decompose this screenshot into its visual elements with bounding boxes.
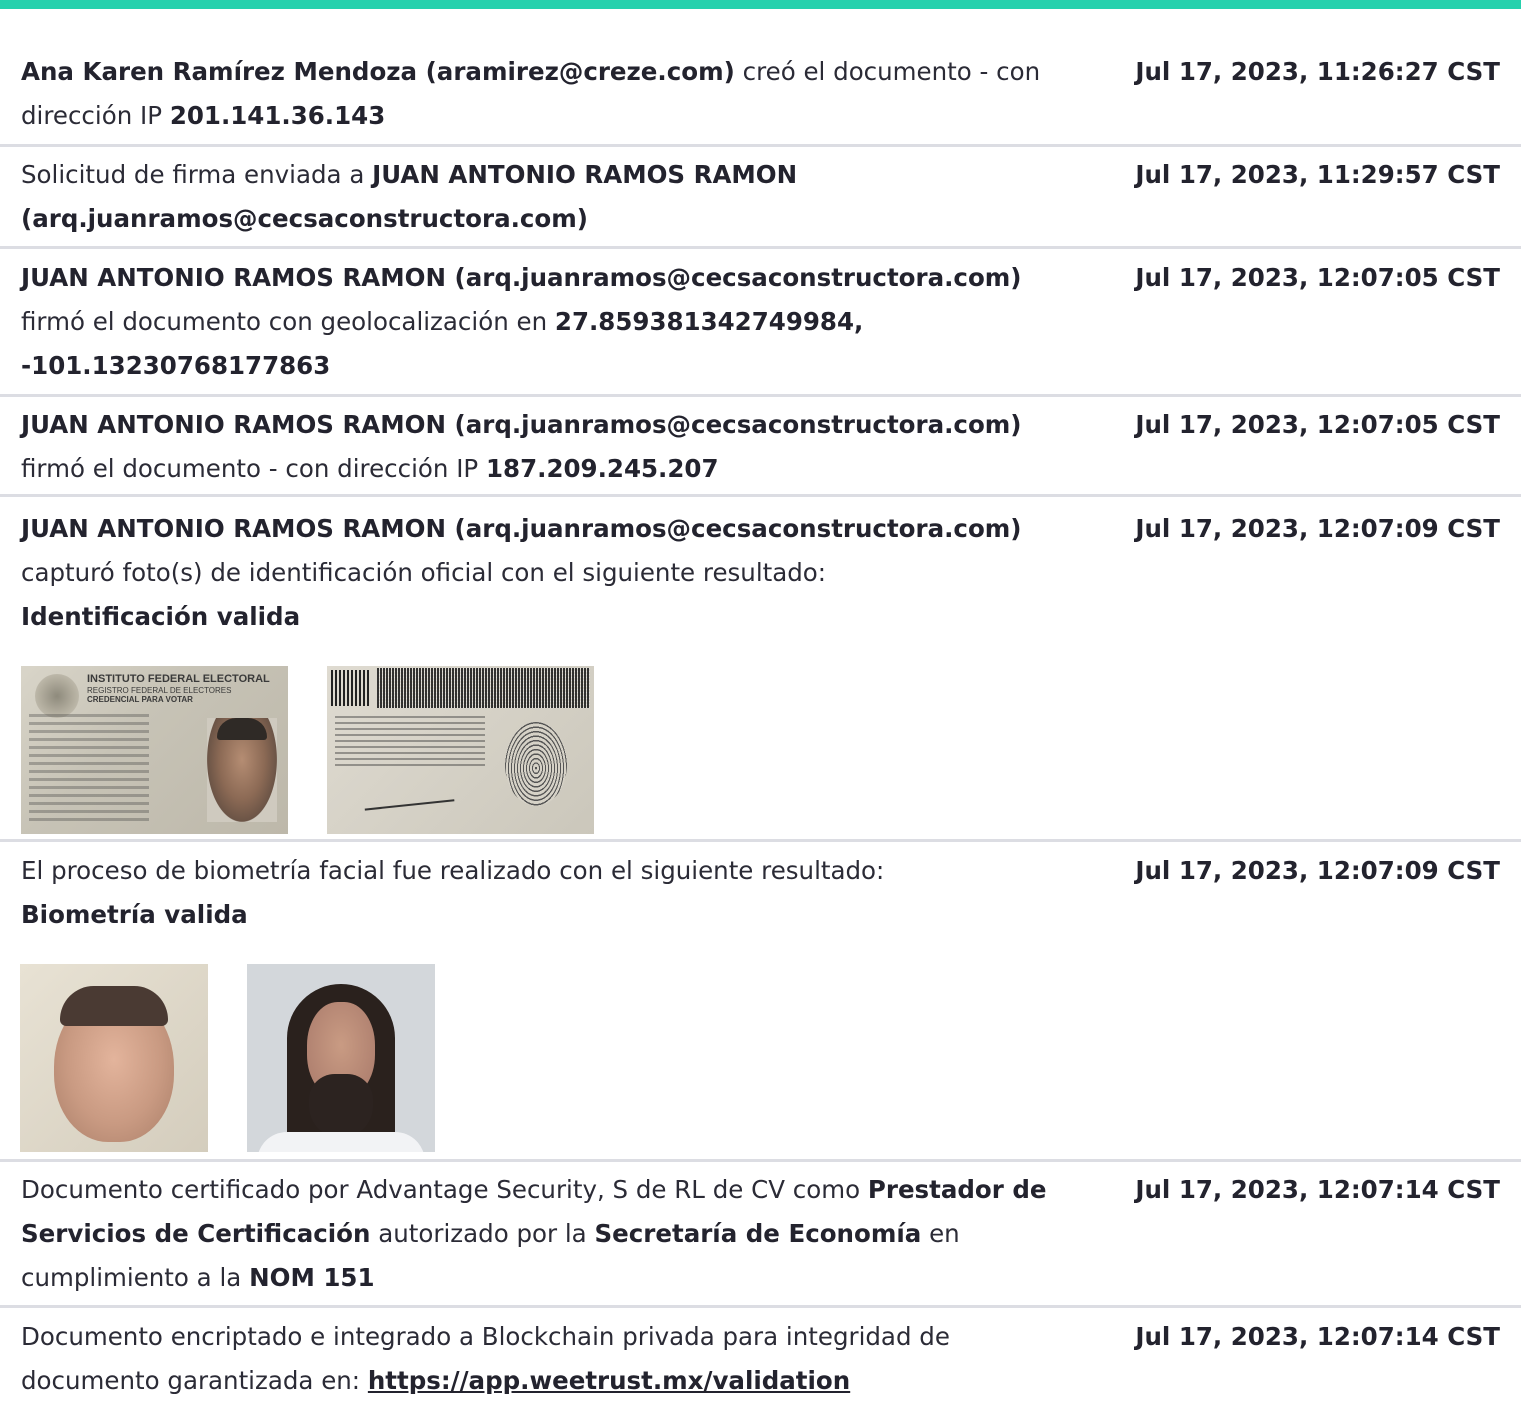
id-card-back-image[interactable]	[327, 666, 594, 834]
ip-address: 201.141.36.143	[169, 101, 386, 130]
event-description: JUAN ANTONIO RAMOS RAMON (arq.juanramos@…	[21, 403, 1081, 491]
event-text: El proceso de biometría facial fue reali…	[21, 856, 885, 885]
event-row: Documento certificado por Advantage Secu…	[0, 1168, 1521, 1308]
event-description: Documento certificado por Advantage Secu…	[21, 1168, 1081, 1300]
event-text: Documento certificado por Advantage Secu…	[21, 1175, 868, 1204]
top-accent-bar	[0, 0, 1521, 9]
card-portrait	[207, 718, 277, 822]
emblem-icon	[35, 674, 79, 718]
event-row: JUAN ANTONIO RAMOS RAMON (arq.juanramos@…	[0, 507, 1521, 842]
event-description: Solicitud de firma enviada a JUAN ANTONI…	[21, 153, 1081, 241]
event-timestamp: Jul 17, 2023, 11:26:27 CST	[1135, 57, 1500, 86]
actor: Ana Karen Ramírez Mendoza (aramirez@crez…	[21, 57, 735, 86]
card-registry: REGISTRO FEDERAL DE ELECTORES	[87, 686, 232, 695]
event-description: Documento encriptado e integrado a Block…	[21, 1315, 1081, 1403]
event-row: JUAN ANTONIO RAMOS RAMON (arq.juanramos@…	[0, 403, 1521, 497]
result: Identificación valida	[21, 602, 301, 631]
event-timestamp: Jul 17, 2023, 12:07:05 CST	[1135, 410, 1500, 439]
event-text: firmó el documento con geolocalización e…	[21, 307, 555, 336]
event-text: capturó foto(s) de identificación oficia…	[21, 558, 827, 587]
signer: JUAN ANTONIO RAMOS RAMON (arq.juanramos@…	[21, 263, 1022, 292]
ip-address: 187.209.245.207	[486, 454, 719, 483]
event-timestamp: Jul 17, 2023, 11:29:57 CST	[1135, 160, 1500, 189]
event-row: Ana Karen Ramírez Mendoza (aramirez@crez…	[0, 50, 1521, 147]
card-text-lines	[335, 716, 485, 766]
event-timestamp: Jul 17, 2023, 12:07:09 CST	[1135, 856, 1500, 885]
event-timestamp: Jul 17, 2023, 12:07:09 CST	[1135, 514, 1500, 543]
event-timestamp: Jul 17, 2023, 12:07:14 CST	[1135, 1322, 1500, 1351]
card-issuer: INSTITUTO FEDERAL ELECTORAL	[87, 673, 270, 685]
selfie-photo[interactable]	[247, 964, 435, 1152]
event-text: firmó el documento - con dirección IP	[21, 454, 486, 483]
event-row: El proceso de biometría facial fue reali…	[0, 849, 1521, 1162]
card-text-lines	[29, 714, 149, 824]
event-timestamp: Jul 17, 2023, 12:07:05 CST	[1135, 263, 1500, 292]
id-card-front-image[interactable]: INSTITUTO FEDERAL ELECTORAL REGISTRO FED…	[21, 666, 288, 834]
signer: JUAN ANTONIO RAMOS RAMON (arq.juanramos@…	[21, 410, 1022, 439]
event-text: Solicitud de firma enviada a	[21, 160, 373, 189]
event-description: El proceso de biometría facial fue reali…	[21, 849, 1081, 937]
event-timestamp: Jul 17, 2023, 12:07:14 CST	[1135, 1175, 1500, 1204]
signature-mark	[361, 769, 455, 811]
event-row: JUAN ANTONIO RAMOS RAMON (arq.juanramos@…	[0, 256, 1521, 397]
validation-link[interactable]: https://app.weetrust.mx/validation	[368, 1366, 850, 1395]
event-description: JUAN ANTONIO RAMOS RAMON (arq.juanramos@…	[21, 256, 1081, 388]
card-type: CREDENCIAL PARA VOTAR	[87, 695, 193, 704]
authority: Secretaría de Economía	[594, 1219, 922, 1248]
event-text: autorizado por la	[370, 1219, 595, 1248]
event-row: Documento encriptado e integrado a Block…	[0, 1315, 1521, 1410]
norm: NOM 151	[249, 1263, 375, 1292]
result: Biometría valida	[21, 900, 248, 929]
id-face-photo[interactable]	[20, 964, 208, 1152]
qr-matrix	[377, 668, 590, 708]
event-description: Ana Karen Ramírez Mendoza (aramirez@crez…	[21, 50, 1081, 138]
event-row: Solicitud de firma enviada a JUAN ANTONI…	[0, 153, 1521, 249]
event-description: JUAN ANTONIO RAMOS RAMON (arq.juanramos@…	[21, 507, 1081, 639]
fingerprint-icon	[505, 722, 567, 806]
barcode-icon	[331, 670, 371, 706]
signer: JUAN ANTONIO RAMOS RAMON (arq.juanramos@…	[21, 514, 1022, 543]
